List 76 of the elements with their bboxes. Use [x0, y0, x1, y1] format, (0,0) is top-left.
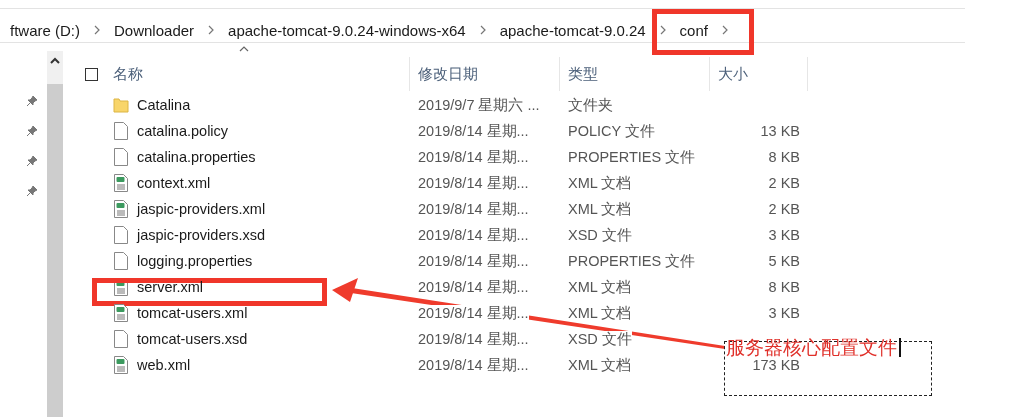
file-type: 文件夹	[568, 96, 613, 113]
modified-date: 2019/8/14 星期...	[418, 252, 529, 269]
folder-icon	[113, 97, 129, 113]
file-type: XSD 文件	[568, 330, 632, 347]
file-size: 8 KB	[768, 279, 800, 295]
file-size: 3 KB	[768, 227, 800, 243]
chevron-icon	[721, 25, 728, 35]
xml-file-icon	[113, 356, 129, 374]
modified-date: 2019/8/14 星期...	[418, 226, 529, 243]
xml-file-icon	[113, 200, 129, 218]
chevron-icon	[479, 25, 486, 35]
chevron-icon	[94, 25, 100, 35]
file-name[interactable]: tomcat-users.xml	[137, 305, 248, 321]
file-size: 8 KB	[768, 149, 800, 165]
pin-icon[interactable]	[26, 155, 38, 167]
file-size: 5 KB	[768, 253, 800, 269]
file-name[interactable]: catalina.policy	[137, 123, 229, 139]
column-header[interactable]: 修改日期	[410, 57, 560, 91]
breadcrumb[interactable]: Downloader	[114, 21, 195, 39]
file-type: PROPERTIES 文件	[568, 252, 696, 269]
column-header[interactable]: 名称	[113, 64, 143, 84]
text-cursor-icon	[899, 338, 901, 357]
scroll-up-icon[interactable]	[50, 57, 60, 64]
column-header[interactable]: 类型	[560, 57, 710, 91]
xml-file-icon	[113, 304, 129, 322]
file-size: 3 KB	[768, 305, 800, 321]
file-icon	[113, 330, 129, 348]
pin-icon[interactable]	[26, 95, 38, 107]
pin-icon[interactable]	[26, 125, 38, 137]
modified-date: 2019/8/14 星期...	[418, 278, 529, 295]
file-name[interactable]: jaspic-providers.xml	[137, 201, 266, 217]
file-name[interactable]: tomcat-users.xsd	[137, 331, 248, 347]
chevron-icon	[659, 25, 666, 35]
column-header[interactable]: 大小	[710, 57, 808, 91]
sort-icon[interactable]	[239, 46, 249, 52]
file-type: XSD 文件	[568, 226, 632, 243]
modified-date: 2019/8/14 星期...	[418, 174, 529, 191]
select-all-checkbox[interactable]	[85, 67, 98, 81]
file-icon	[113, 122, 129, 140]
file-size: 2 KB	[768, 175, 800, 191]
file-size: 13 KB	[760, 123, 800, 139]
file-icon	[113, 252, 129, 270]
file-name[interactable]: web.xml	[137, 357, 191, 373]
file-type: XML 文档	[568, 304, 632, 321]
file-type: POLICY 文件	[568, 122, 655, 139]
file-icon	[113, 148, 129, 166]
modified-date: 2019/9/7 星期六 ...	[418, 96, 540, 113]
chevron-icon	[208, 25, 215, 35]
modified-date: 2019/8/14 星期...	[418, 330, 529, 347]
file-name[interactable]: server.xml	[137, 279, 204, 295]
file-type: XML 文档	[568, 174, 632, 191]
file-name[interactable]: catalina.properties	[137, 149, 256, 165]
file-name[interactable]: logging.properties	[137, 253, 253, 269]
pin-icon[interactable]	[26, 185, 38, 197]
modified-date: 2019/8/14 星期...	[418, 356, 529, 373]
breadcrumb[interactable]: apache-tomcat-9.0.24-windows-x64	[228, 21, 466, 39]
xml-file-icon	[113, 174, 129, 192]
callout-text: 服务器核心配置文件	[726, 338, 897, 357]
file-icon	[113, 226, 129, 244]
file-type: XML 文档	[568, 356, 632, 373]
modified-date: 2019/8/14 星期...	[418, 122, 529, 139]
modified-date: 2019/8/14 星期...	[418, 148, 529, 165]
file-type: PROPERTIES 文件	[568, 148, 696, 165]
modified-date: 2019/8/14 星期...	[418, 200, 529, 217]
modified-date: 2019/8/14 星期...	[418, 304, 529, 321]
breadcrumb[interactable]: ftware (D:)	[10, 21, 80, 39]
file-size: 173 KB	[752, 357, 800, 373]
file-type: XML 文档	[568, 200, 632, 217]
scrollbar-thumb[interactable]	[47, 84, 63, 417]
breadcrumb[interactable]: conf	[679, 21, 708, 39]
file-name[interactable]: context.xml	[137, 175, 211, 191]
file-type: XML 文档	[568, 278, 632, 295]
file-name[interactable]: jaspic-providers.xsd	[137, 227, 266, 243]
breadcrumb[interactable]: apache-tomcat-9.0.24	[499, 21, 646, 39]
file-name[interactable]: Catalina	[137, 97, 191, 113]
file-size: 2 KB	[768, 201, 800, 217]
